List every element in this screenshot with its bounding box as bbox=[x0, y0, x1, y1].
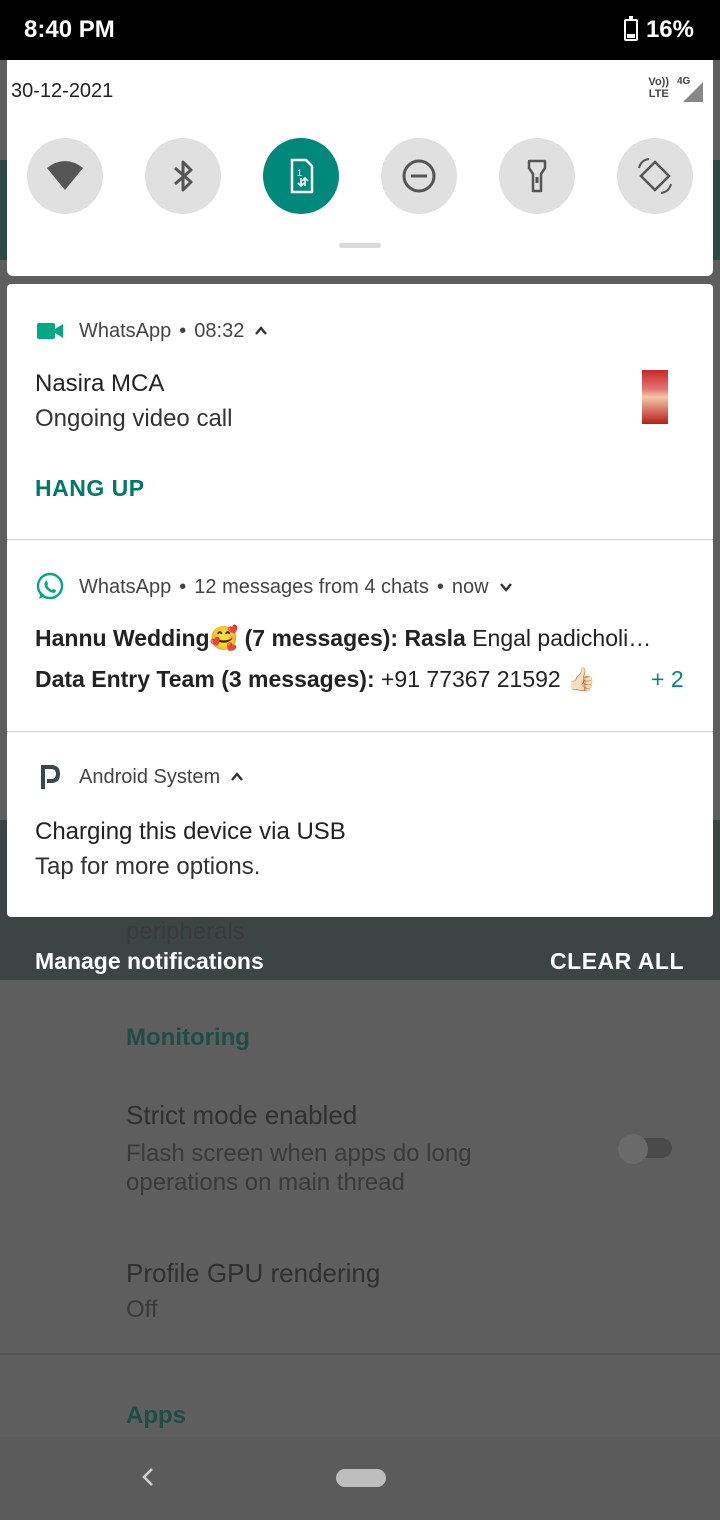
notification-title: Charging this device via USB bbox=[35, 818, 346, 845]
message-text: +91 77367 21592 👍🏻 bbox=[374, 666, 596, 692]
separator-dot: • bbox=[436, 575, 444, 598]
more-messages-count: + 2 bbox=[651, 666, 684, 692]
status-right: 16% bbox=[623, 16, 694, 44]
android-system-icon bbox=[35, 762, 65, 792]
notification-time: now bbox=[451, 575, 489, 598]
qs-tile-wifi[interactable] bbox=[27, 138, 103, 214]
qs-tiles: 1 bbox=[27, 138, 693, 214]
bg-gpu-value: Off bbox=[126, 1296, 158, 1323]
qs-tile-bluetooth[interactable] bbox=[145, 138, 221, 214]
message-sender: Data Entry Team (3 messages): bbox=[35, 666, 375, 692]
message-sender: Hannu Wedding🥰 (7 messages): Rasla bbox=[35, 625, 466, 651]
bg-section-monitoring: Monitoring bbox=[126, 1024, 250, 1051]
qs-tile-mobile-data[interactable]: 1 bbox=[263, 138, 339, 214]
notification-time: 08:32 bbox=[194, 319, 245, 342]
bg-peripherals-text: peripherals bbox=[126, 918, 245, 945]
message-line: Hannu Wedding🥰 (7 messages): Rasla Engal… bbox=[35, 625, 651, 652]
chevron-up-icon[interactable] bbox=[230, 770, 244, 784]
bg-strict-mode-sub1: Flash screen when apps do long bbox=[126, 1140, 472, 1167]
notification-header: WhatsApp • 12 messages from 4 chats • no… bbox=[35, 572, 513, 602]
navigation-bar bbox=[0, 1437, 720, 1520]
network-indicator: Vo)) LTE 4G bbox=[648, 76, 703, 102]
contact-avatar bbox=[642, 370, 668, 424]
bg-section-apps: Apps bbox=[126, 1402, 186, 1429]
notification-summary: 12 messages from 4 chats bbox=[194, 575, 429, 598]
bg-gpu-title: Profile GPU rendering bbox=[126, 1258, 381, 1288]
notification-whatsapp-messages[interactable]: WhatsApp • 12 messages from 4 chats • no… bbox=[7, 540, 713, 731]
bg-divider bbox=[0, 1353, 720, 1355]
manage-notifications-button[interactable]: Manage notifications bbox=[35, 948, 264, 975]
clear-all-button[interactable]: CLEAR ALL bbox=[550, 948, 684, 975]
volte-icon: Vo)) LTE bbox=[648, 76, 669, 100]
battery-charging-icon bbox=[623, 16, 638, 41]
notification-list: WhatsApp • 08:32 Nasira MCA Ongoing vide… bbox=[7, 284, 713, 917]
qs-expand-handle[interactable] bbox=[339, 243, 381, 248]
message-line: Data Entry Team (3 messages): +91 77367 … bbox=[35, 666, 596, 693]
chevron-down-icon[interactable] bbox=[499, 580, 513, 594]
bg-strict-mode-toggle bbox=[618, 1134, 672, 1164]
quick-settings-panel: 30-12-2021 Vo)) LTE 4G 1 bbox=[7, 60, 713, 276]
separator-dot: • bbox=[179, 319, 187, 342]
notification-app-name: WhatsApp bbox=[79, 319, 172, 342]
notification-body: Ongoing video call bbox=[35, 405, 233, 432]
hang-up-button[interactable]: HANG UP bbox=[35, 475, 145, 502]
notification-header: Android System bbox=[35, 762, 244, 792]
notification-header: WhatsApp • 08:32 bbox=[35, 316, 268, 346]
chevron-up-icon[interactable] bbox=[254, 324, 268, 338]
separator-dot: • bbox=[179, 575, 187, 598]
svg-text:1: 1 bbox=[297, 168, 302, 178]
flashlight-icon bbox=[527, 159, 547, 193]
do-not-disturb-icon bbox=[402, 159, 436, 193]
sim-data-icon: 1 bbox=[290, 158, 314, 194]
notification-whatsapp-call[interactable]: WhatsApp • 08:32 Nasira MCA Ongoing vide… bbox=[7, 284, 713, 539]
signal-icon: 4G bbox=[673, 76, 703, 102]
notification-android-system[interactable]: Android System Charging this device via … bbox=[7, 732, 713, 917]
qs-tile-do-not-disturb[interactable] bbox=[381, 138, 457, 214]
wifi-icon bbox=[47, 161, 83, 190]
home-pill[interactable] bbox=[336, 1469, 386, 1487]
notification-body: Tap for more options. bbox=[35, 853, 261, 880]
back-icon[interactable] bbox=[138, 1465, 158, 1489]
qs-tile-auto-rotate[interactable] bbox=[617, 138, 693, 214]
qs-date: 30-12-2021 bbox=[11, 80, 114, 102]
notification-title: Nasira MCA bbox=[35, 370, 165, 397]
bluetooth-icon bbox=[174, 160, 193, 192]
bg-strict-mode-sub2: operations on main thread bbox=[126, 1169, 405, 1196]
status-bar: 8:40 PM 16% bbox=[0, 0, 720, 60]
notification-app-name: Android System bbox=[79, 765, 221, 788]
battery-percent: 16% bbox=[645, 16, 694, 43]
whatsapp-icon bbox=[35, 572, 65, 602]
qs-tile-flashlight[interactable] bbox=[499, 138, 575, 214]
notification-app-name: WhatsApp bbox=[79, 575, 172, 598]
auto-rotate-icon bbox=[638, 158, 672, 194]
message-text: Engal padicholi… bbox=[465, 625, 652, 651]
video-camera-icon bbox=[35, 316, 65, 346]
bg-strict-mode-title: Strict mode enabled bbox=[126, 1100, 358, 1130]
status-time: 8:40 PM bbox=[24, 16, 115, 43]
